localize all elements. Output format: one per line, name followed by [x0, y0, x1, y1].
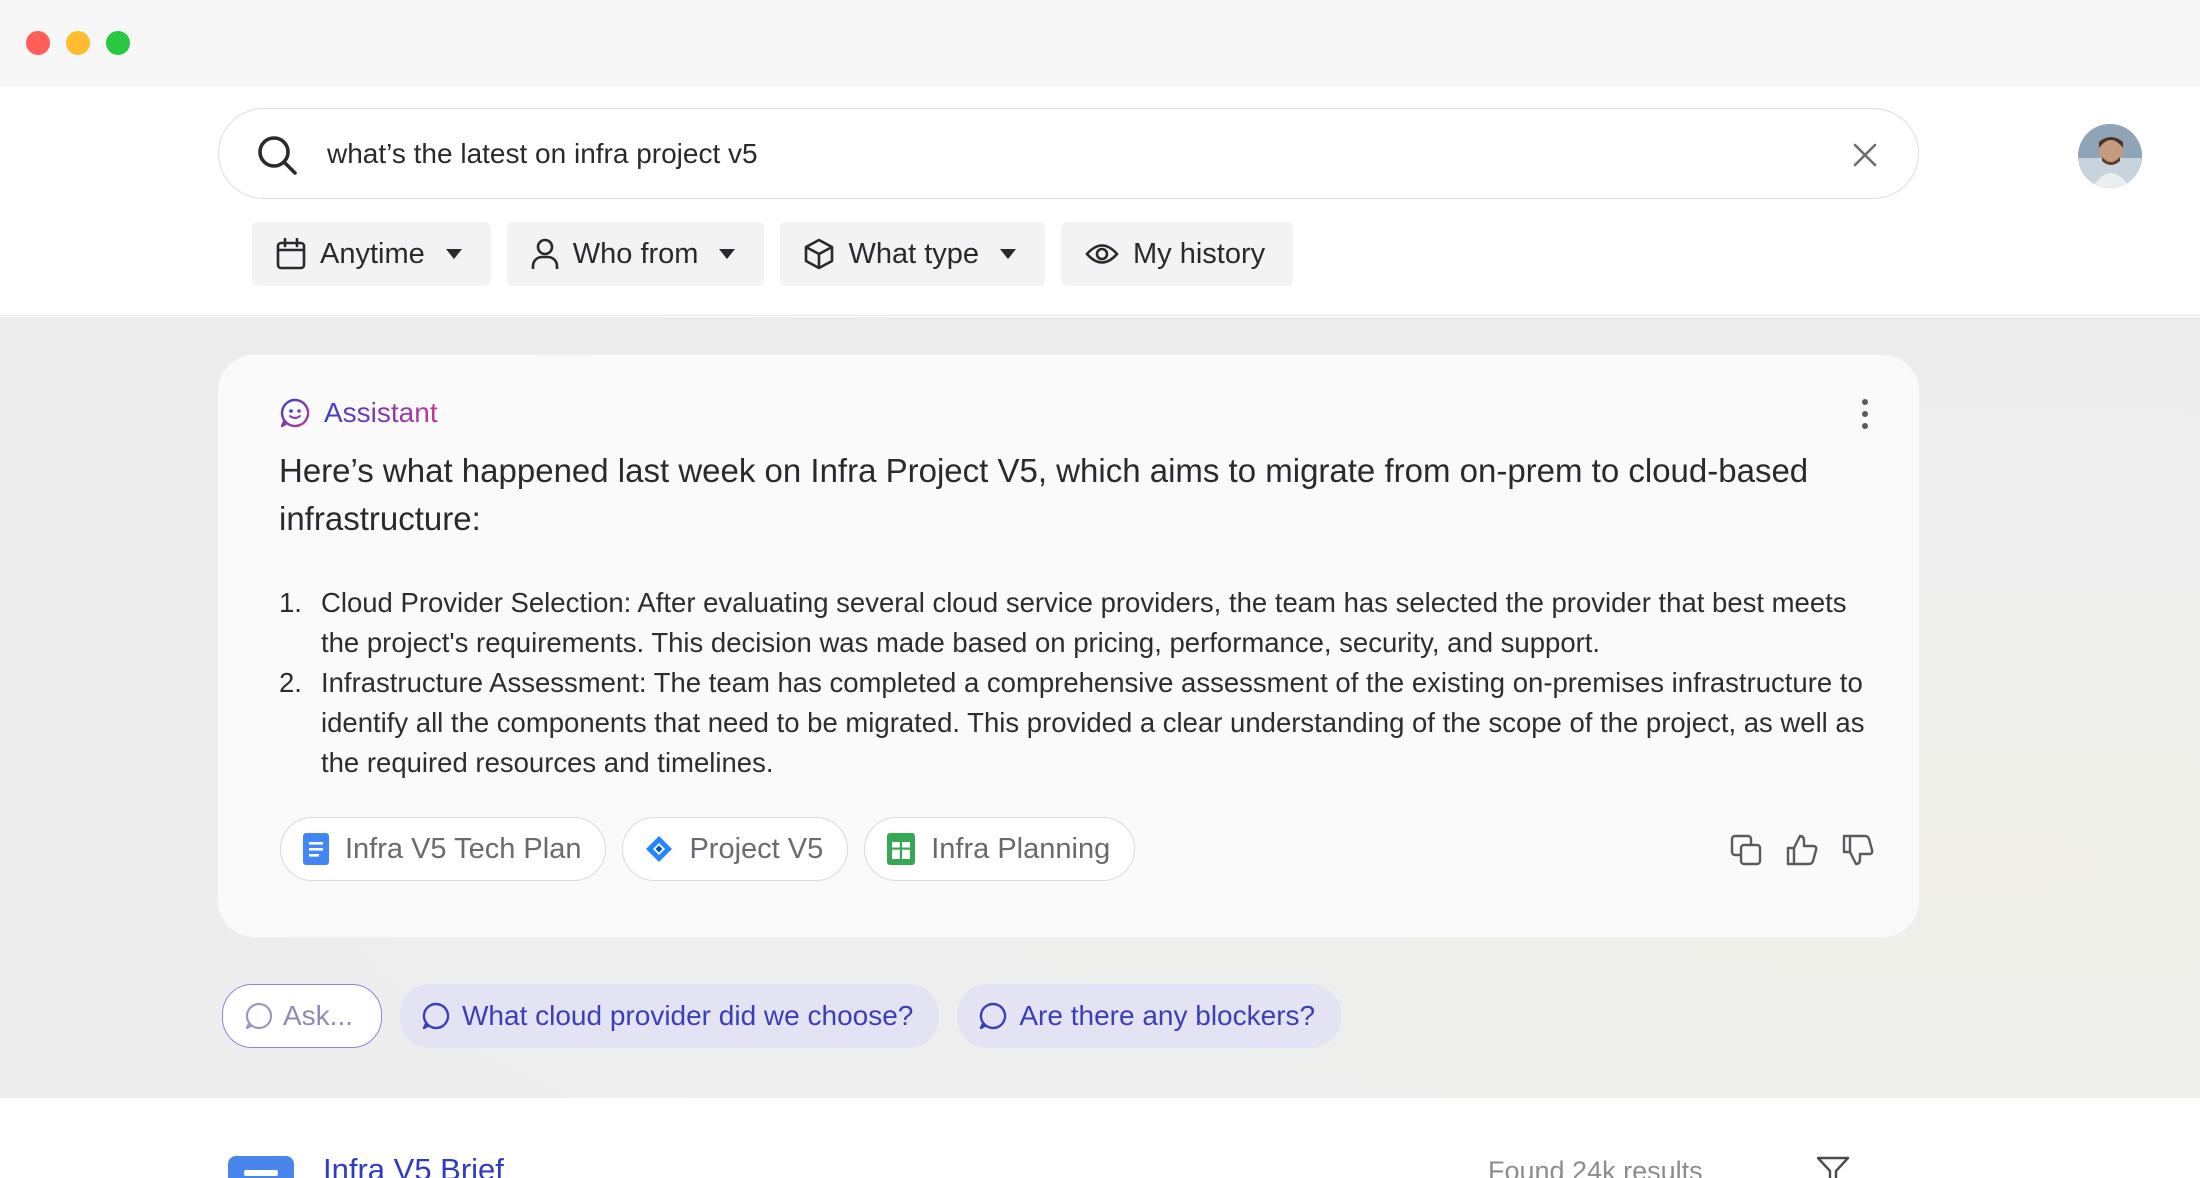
feedback-actions	[1729, 833, 1875, 867]
search-bar[interactable]	[218, 108, 1919, 199]
filter-who-from[interactable]: Who from	[506, 222, 765, 286]
list-item-number: 2.	[279, 667, 302, 698]
source-chips: Infra V5 Tech Plan Project V5 Infra Plan…	[280, 817, 1136, 881]
calendar-icon	[276, 238, 306, 270]
list-item-text: Cloud Provider Selection: After evaluati…	[321, 587, 1847, 658]
person-icon	[531, 238, 559, 269]
caret-down-icon	[719, 249, 736, 259]
suggestion-label: Are there any blockers?	[1019, 1000, 1316, 1031]
assistant-summary-list: 1. Cloud Provider Selection: After evalu…	[279, 583, 1879, 783]
chat-bubble-icon	[980, 1002, 1007, 1030]
filter-who-from-label: Who from	[572, 237, 699, 270]
assistant-headline: Here’s what happened last week on Infra …	[279, 452, 1809, 537]
source-chip-tech-plan[interactable]: Infra V5 Tech Plan	[280, 817, 607, 881]
filter-bar: Anytime Who from What type My history	[252, 222, 1294, 286]
window-close-button[interactable]	[26, 31, 50, 55]
list-item: 2. Infrastructure Assessment: The team h…	[279, 663, 1879, 783]
results-count: Found 24k results	[1488, 1156, 1703, 1178]
filter-anytime[interactable]: Anytime	[252, 222, 491, 286]
list-item-text: Infrastructure Assessment: The team has …	[321, 667, 1865, 778]
ask-placeholder: Ask...	[283, 1000, 354, 1031]
assistant-card: Assistant Here’s what happened last week…	[217, 354, 1920, 938]
thumbs-down-icon[interactable]	[1841, 833, 1875, 867]
user-avatar[interactable]	[2078, 124, 2142, 188]
source-chip-label: Infra V5 Tech Plan	[345, 832, 582, 865]
more-options-icon[interactable]	[1857, 397, 1873, 431]
suggestion-chip[interactable]: Are there any blockers?	[957, 984, 1342, 1048]
cube-icon	[805, 238, 834, 270]
window-minimize-button[interactable]	[66, 31, 90, 55]
source-chip-project-v5[interactable]: Project V5	[622, 817, 849, 881]
source-chip-label: Infra Planning	[931, 832, 1111, 865]
ask-input[interactable]: Ask...	[222, 984, 382, 1048]
assistant-header: Assistant	[280, 397, 438, 429]
google-docs-icon	[228, 1156, 294, 1178]
copy-icon[interactable]	[1729, 833, 1763, 867]
caret-down-icon	[1000, 249, 1017, 259]
search-input[interactable]	[327, 129, 1747, 179]
search-icon	[258, 136, 297, 175]
suggestion-label: What cloud provider did we choose?	[462, 1000, 914, 1031]
list-item: 1. Cloud Provider Selection: After evalu…	[279, 583, 1879, 663]
avatar-photo-icon	[2078, 124, 2142, 188]
suggested-questions: Ask... What cloud provider did we choose…	[222, 984, 1342, 1048]
filter-what-type-label: What type	[848, 237, 980, 270]
source-chip-infra-planning[interactable]: Infra Planning	[864, 817, 1136, 881]
list-item-number: 1.	[279, 587, 302, 618]
chat-bubble-icon	[422, 1002, 450, 1030]
source-chip-label: Project V5	[689, 832, 824, 865]
assistant-label: Assistant	[324, 397, 438, 428]
suggestion-chip[interactable]: What cloud provider did we choose?	[400, 984, 940, 1048]
window-titlebar	[0, 0, 2200, 86]
thumbs-up-icon[interactable]	[1785, 833, 1819, 867]
close-icon[interactable]	[1850, 140, 1880, 170]
caret-down-icon	[445, 249, 462, 259]
google-sheets-icon	[887, 833, 916, 865]
filter-funnel-icon[interactable]	[1816, 1156, 1850, 1178]
filter-what-type[interactable]: What type	[780, 222, 1046, 286]
eye-icon	[1085, 244, 1119, 264]
result-title-link[interactable]: Infra V5 Brief	[323, 1152, 504, 1178]
assistant-chat-icon	[280, 398, 310, 428]
filter-my-history[interactable]: My history	[1061, 222, 1294, 286]
filter-my-history-label: My history	[1133, 237, 1266, 270]
search-header: Anytime Who from What type	[0, 86, 2200, 316]
chat-bubble-icon	[245, 1002, 273, 1030]
window-maximize-button[interactable]	[106, 31, 130, 55]
filter-anytime-label: Anytime	[320, 237, 425, 270]
google-docs-icon	[303, 833, 329, 865]
jira-icon	[646, 836, 673, 862]
